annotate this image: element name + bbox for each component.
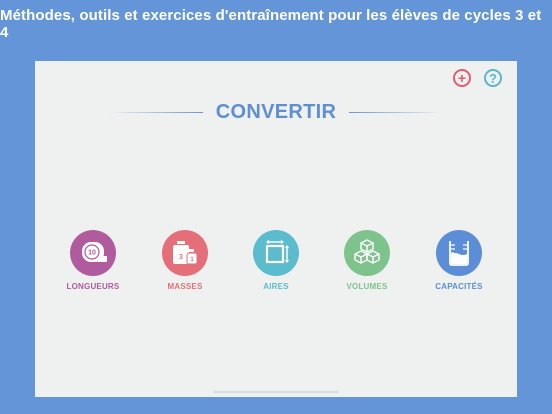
page-title: CONVERTIR bbox=[215, 100, 337, 123]
home-indicator[interactable] bbox=[213, 391, 339, 393]
category-longueurs[interactable]: 10 LONGUEURS bbox=[53, 230, 133, 291]
category-masses-label: MASSES bbox=[167, 282, 203, 291]
category-masses[interactable]: 3 1 MASSES bbox=[145, 230, 225, 291]
category-aires[interactable]: AIRES bbox=[236, 230, 316, 291]
banner-text: Méthodes, outils et exercices d'entraîne… bbox=[0, 7, 542, 41]
beaker-icon bbox=[449, 241, 469, 266]
title-divider-right bbox=[349, 111, 445, 113]
category-aires-circle[interactable] bbox=[253, 230, 299, 276]
app-banner: Méthodes, outils et exercices d'entraîne… bbox=[0, 0, 552, 48]
question-icon: ? bbox=[489, 70, 497, 86]
category-capacites[interactable]: CAPACITÉS bbox=[419, 230, 499, 291]
category-volumes[interactable]: VOLUMES bbox=[327, 230, 407, 291]
add-button[interactable]: + bbox=[453, 69, 471, 87]
plus-icon: + bbox=[457, 70, 467, 86]
category-volumes-circle[interactable] bbox=[344, 230, 390, 276]
category-capacites-label: CAPACITÉS bbox=[435, 282, 483, 291]
category-aires-label: AIRES bbox=[263, 282, 289, 291]
title-divider-left bbox=[107, 111, 203, 113]
category-longueurs-circle[interactable]: 10 bbox=[70, 230, 116, 276]
main-card: + ? CONVERTIR 10 LONGUEURS 3 1 MASSES AI… bbox=[35, 61, 517, 397]
weights-icon: 3 1 bbox=[173, 241, 198, 265]
category-masses-circle[interactable]: 3 1 bbox=[162, 230, 208, 276]
tape-measure-number: 10 bbox=[88, 250, 96, 257]
title-row: CONVERTIR bbox=[35, 99, 517, 125]
category-volumes-label: VOLUMES bbox=[346, 282, 388, 291]
category-longueurs-label: LONGUEURS bbox=[66, 282, 120, 291]
area-square-icon bbox=[265, 240, 289, 264]
tape-measure-icon: 10 bbox=[82, 242, 107, 262]
cubes-icon bbox=[354, 239, 380, 264]
help-button[interactable]: ? bbox=[484, 69, 502, 87]
category-capacites-circle[interactable] bbox=[436, 230, 482, 276]
weight-large-number: 3 bbox=[179, 254, 183, 261]
